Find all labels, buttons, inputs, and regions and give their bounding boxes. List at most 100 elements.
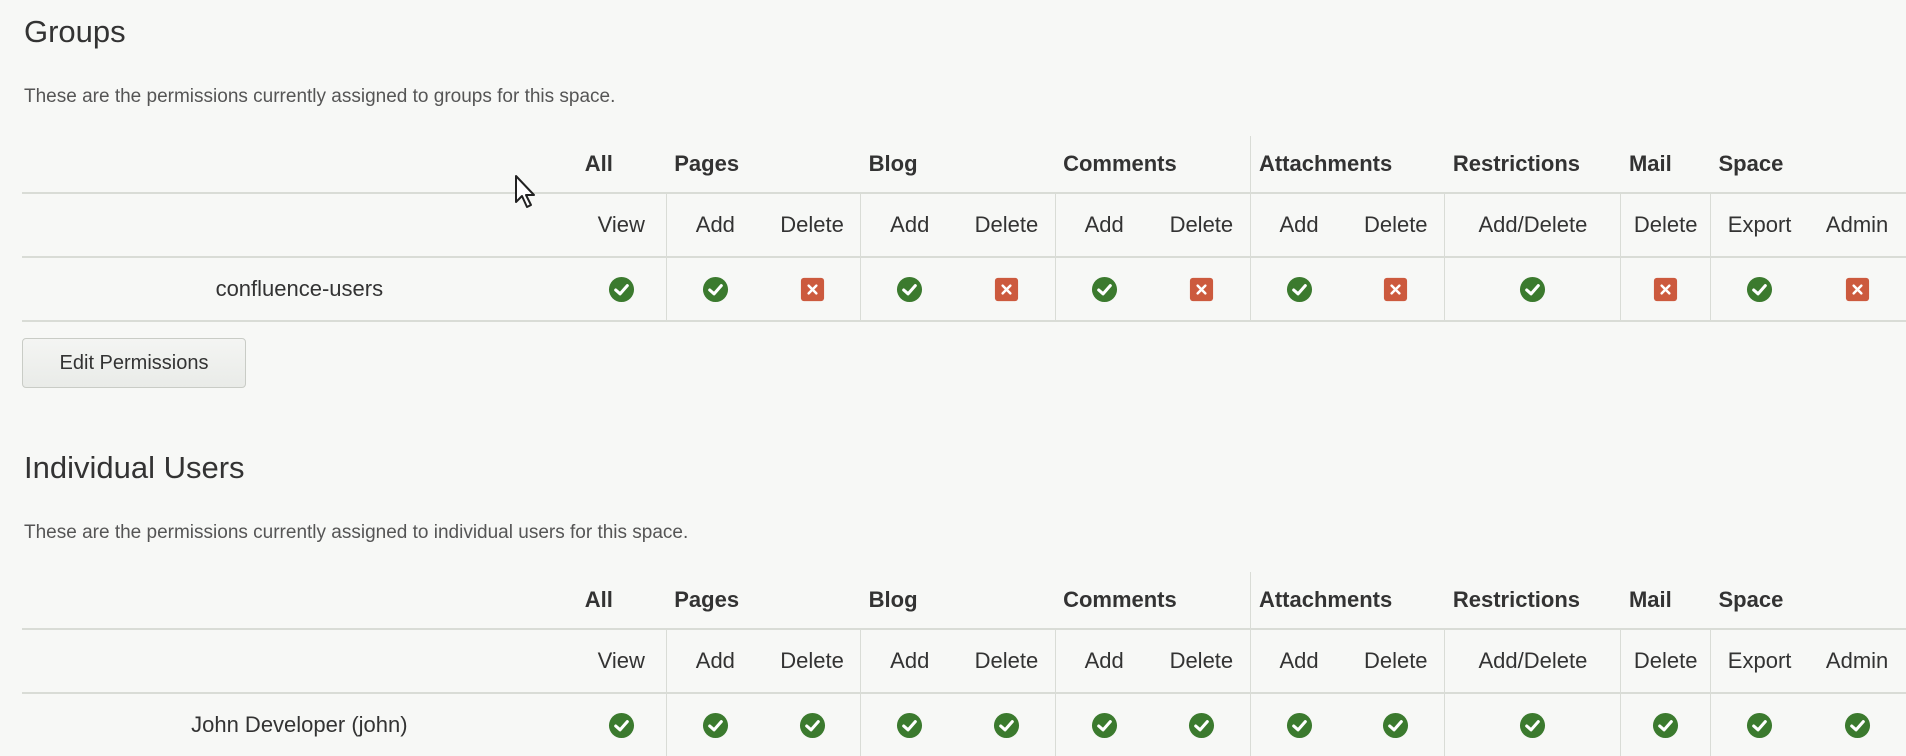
permission-group-header-row: All Pages Blog Comments Attachments Restricti… — [22, 136, 1906, 194]
table-row: John Developer (john) — [22, 693, 1906, 756]
permission-cell-pages-add — [665, 693, 764, 756]
groups-permissions-table: All Pages Blog Comments Attachments Restricti… — [22, 136, 1906, 322]
group-header-comments: Comments — [1055, 572, 1251, 630]
permission-cell-pages-delete — [763, 257, 861, 322]
subheader-blank-cell — [22, 193, 577, 258]
group-header-attachments: Attachments — [1249, 572, 1445, 630]
group-header-pages: Pages — [666, 572, 861, 630]
subheader-mail-delete: Delete — [1620, 629, 1711, 694]
check-circle-icon — [608, 712, 634, 738]
check-circle-icon — [1286, 712, 1312, 738]
permission-cell-comments-add — [1054, 693, 1153, 756]
permission-group-header-row: All Pages Blog Comments Attachments Restricti… — [22, 572, 1906, 630]
group-header-restrictions: Restrictions — [1444, 136, 1621, 194]
subheader-comments-add: Add — [1054, 629, 1153, 694]
edit-permissions-button[interactable]: Edit Permissions — [22, 338, 246, 388]
permission-cell-blog-delete — [958, 257, 1056, 322]
groups-section-title: Groups — [24, 14, 126, 49]
subheader-view: View — [576, 193, 667, 258]
subheader-blog-add: Add — [860, 193, 959, 258]
cross-square-icon — [1845, 277, 1869, 301]
check-circle-icon — [897, 712, 923, 738]
group-header-space: Space — [1710, 572, 1906, 630]
group-header-pages: Pages — [666, 136, 861, 194]
subheader-space-export: Export — [1710, 629, 1809, 694]
permission-cell-space-admin — [1808, 693, 1906, 756]
subheader-attachments-add: Add — [1249, 629, 1348, 694]
row-name: confluence-users — [22, 257, 577, 322]
subheader-view: View — [576, 629, 667, 694]
permission-cell-space-admin — [1808, 257, 1906, 322]
group-header-all: All — [576, 572, 667, 630]
groups-section-description: These are the permissions currently assi… — [24, 86, 616, 107]
subheader-pages-add: Add — [665, 193, 764, 258]
header-blank-cell — [22, 136, 577, 194]
group-header-mail: Mail — [1620, 136, 1711, 194]
permission-cell-restrictions-add-delete — [1444, 257, 1621, 322]
permission-cell-comments-delete — [1152, 693, 1251, 756]
permission-cell-blog-add — [860, 257, 959, 322]
group-header-restrictions: Restrictions — [1444, 572, 1621, 630]
subheader-comments-add: Add — [1054, 193, 1153, 258]
check-circle-icon — [993, 712, 1019, 738]
permission-cell-view — [576, 257, 667, 322]
individual-users-section-title: Individual Users — [24, 450, 245, 485]
permission-cell-attachments-add — [1249, 693, 1348, 756]
subheader-attachments-delete: Delete — [1347, 629, 1445, 694]
group-header-blog: Blog — [860, 136, 1056, 194]
cross-square-icon — [800, 277, 824, 301]
subheader-blog-add: Add — [860, 629, 959, 694]
check-circle-icon — [1286, 276, 1312, 302]
permission-cell-restrictions-add-delete — [1444, 693, 1621, 756]
subheader-space-export: Export — [1710, 193, 1809, 258]
subheader-comments-delete: Delete — [1152, 193, 1251, 258]
check-circle-icon — [1747, 712, 1773, 738]
check-circle-icon — [1091, 712, 1117, 738]
subheader-attachments-delete: Delete — [1347, 193, 1445, 258]
subheader-space-admin: Admin — [1808, 193, 1906, 258]
group-header-all: All — [576, 136, 667, 194]
row-name: John Developer (john) — [22, 693, 577, 756]
subheader-attachments-add: Add — [1249, 193, 1348, 258]
check-circle-icon — [702, 276, 728, 302]
header-blank-cell — [22, 572, 577, 630]
subheader-blog-delete: Delete — [958, 629, 1056, 694]
group-header-attachments: Attachments — [1249, 136, 1445, 194]
permission-subheader-row: View Add Delete Add Delete Add Delete Add Delete… — [22, 629, 1906, 694]
permission-cell-view — [576, 693, 667, 756]
subheader-blank-cell — [22, 629, 577, 694]
space-permissions-page: Groups These are the permissions current… — [0, 0, 1906, 756]
permission-cell-blog-delete — [958, 693, 1056, 756]
individual-users-section-description: These are the permissions currently assi… — [24, 522, 689, 543]
cross-square-icon — [1384, 277, 1408, 301]
check-circle-icon — [1653, 712, 1679, 738]
permission-cell-comments-add — [1054, 257, 1153, 322]
cross-square-icon — [1654, 277, 1678, 301]
check-circle-icon — [1188, 712, 1214, 738]
check-circle-icon — [799, 712, 825, 738]
subheader-space-admin: Admin — [1808, 629, 1906, 694]
permission-cell-comments-delete — [1152, 257, 1251, 322]
permission-cell-blog-add — [860, 693, 959, 756]
permission-subheader-row: View Add Delete Add Delete Add Delete Add Delete… — [22, 193, 1906, 258]
cross-square-icon — [1189, 277, 1213, 301]
permission-cell-space-export — [1710, 693, 1809, 756]
group-header-space: Space — [1710, 136, 1906, 194]
check-circle-icon — [1520, 712, 1546, 738]
subheader-restrictions-add-delete: Add/Delete — [1444, 629, 1621, 694]
permission-cell-mail-delete — [1620, 257, 1711, 322]
permission-cell-attachments-add — [1249, 257, 1348, 322]
table-row: confluence-users — [22, 257, 1906, 322]
permission-cell-space-export — [1710, 257, 1809, 322]
check-circle-icon — [1091, 276, 1117, 302]
group-header-mail: Mail — [1620, 572, 1711, 630]
group-header-blog: Blog — [860, 572, 1056, 630]
check-circle-icon — [897, 276, 923, 302]
subheader-pages-delete: Delete — [763, 193, 861, 258]
check-circle-icon — [1383, 712, 1409, 738]
subheader-pages-add: Add — [665, 629, 764, 694]
permission-cell-pages-delete — [763, 693, 861, 756]
cross-square-icon — [994, 277, 1019, 301]
subheader-mail-delete: Delete — [1620, 193, 1711, 258]
permission-cell-attachments-delete — [1347, 257, 1445, 322]
